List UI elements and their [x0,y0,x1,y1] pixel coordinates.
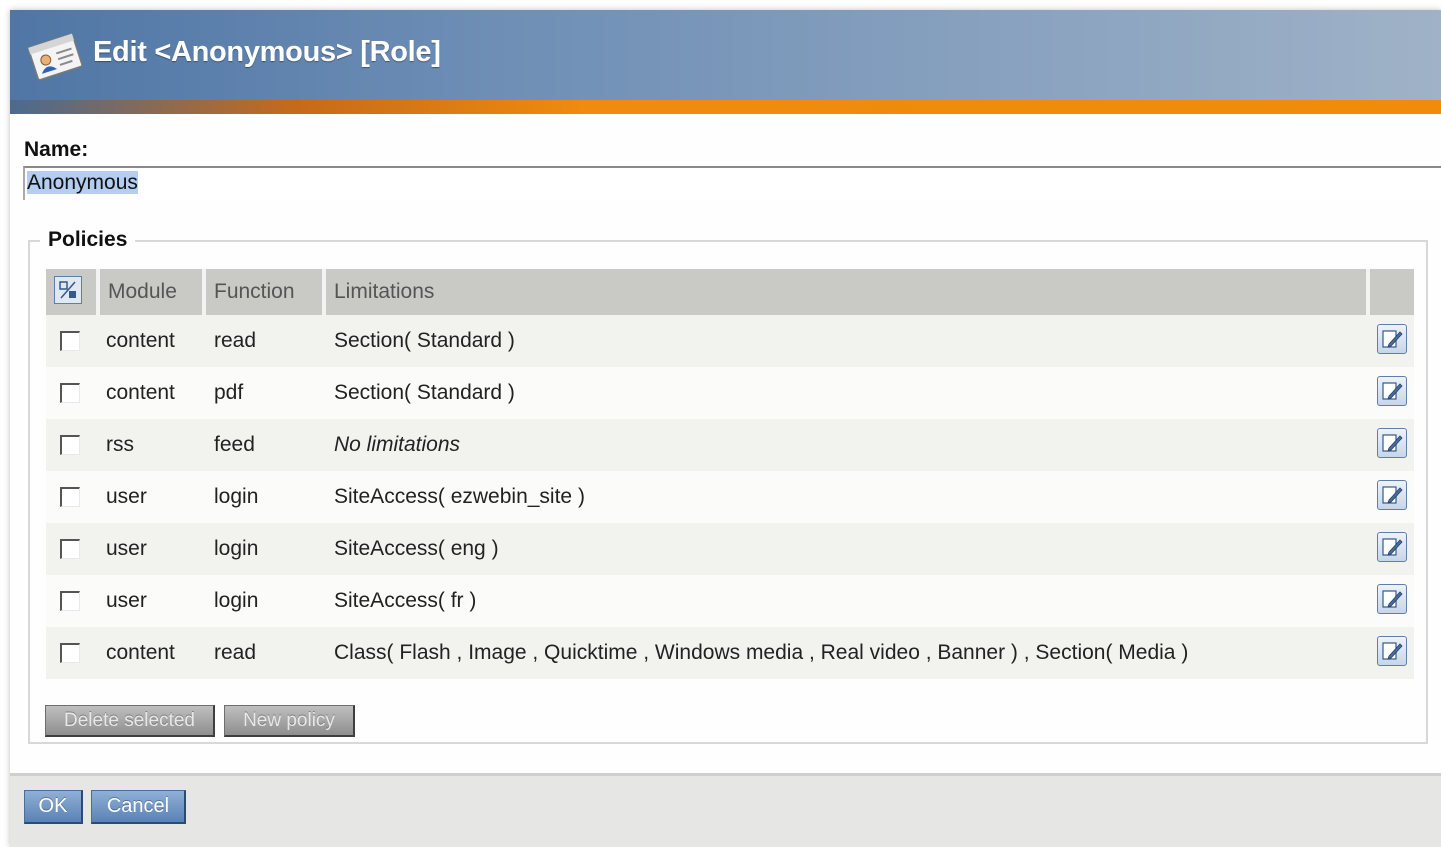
table-row: content read Class( Flash , Image , Quickt… [46,627,1414,679]
cell-function: login [206,471,326,523]
cell-module: user [100,523,206,575]
title-accent-stripe [10,100,1441,114]
edit-icon[interactable] [1377,479,1407,510]
row-select-cell [46,315,100,367]
table-row: content pdf Section( Standard ) [46,367,1414,419]
delete-selected-button[interactable]: Delete selected [45,705,215,737]
row-select-checkbox[interactable] [60,435,80,455]
footer-bar [10,773,1441,847]
name-input-value: Anonymous [27,171,138,194]
cell-limitations: Class( Flash , Image , Quicktime , Windo… [326,627,1370,679]
row-select-checkbox[interactable] [60,591,80,611]
cancel-button[interactable]: Cancel [91,790,186,824]
cell-function: pdf [206,367,326,419]
row-select-cell [46,419,100,471]
cell-function: read [206,627,326,679]
policies-table: Module Function Limitations content read S… [46,269,1414,679]
table-row: content read Section( Standard ) [46,315,1414,367]
row-select-cell [46,523,100,575]
title-bar: Edit <Anonymous> [Role] [10,10,1441,114]
cell-module: content [100,315,206,367]
row-select-cell [46,627,100,679]
row-select-cell [46,471,100,523]
cell-limitations: Section( Standard ) [326,367,1370,419]
cell-function: login [206,575,326,627]
column-header-edit [1370,269,1414,315]
policies-legend: Policies [40,228,136,252]
row-edit-cell [1370,367,1414,419]
row-edit-cell [1370,523,1414,575]
table-row: user login SiteAccess( fr ) [46,575,1414,627]
cell-limitations: No limitations [326,419,1370,471]
row-edit-cell [1370,575,1414,627]
cell-module: rss [100,419,206,471]
edit-icon[interactable] [1377,531,1407,562]
table-row: user login SiteAccess( eng ) [46,523,1414,575]
toggle-column-header [46,269,100,315]
table-row: rss feed No limitations [46,419,1414,471]
cell-function: login [206,523,326,575]
row-edit-cell [1370,315,1414,367]
column-header-module: Module [100,269,206,315]
cell-limitations: SiteAccess( eng ) [326,523,1370,575]
name-input[interactable]: Anonymous [23,166,1441,200]
row-select-cell [46,367,100,419]
edit-icon[interactable] [1377,427,1407,458]
column-header-function: Function [206,269,326,315]
edit-icon[interactable] [1377,583,1407,614]
row-select-checkbox[interactable] [60,383,80,403]
table-row: user login SiteAccess( ezwebin_site ) [46,471,1414,523]
cell-limitations: Section( Standard ) [326,315,1370,367]
row-select-checkbox[interactable] [60,539,80,559]
row-select-checkbox[interactable] [60,643,80,663]
policies-table-body: content read Section( Standard ) content pdf… [46,315,1414,679]
new-policy-button[interactable]: New policy [224,705,355,737]
cell-module: content [100,367,206,419]
edit-icon[interactable] [1377,323,1407,354]
table-header-row: Module Function Limitations [46,269,1414,315]
row-select-cell [46,575,100,627]
cell-module: content [100,627,206,679]
cell-function: feed [206,419,326,471]
edit-icon[interactable] [1377,375,1407,406]
name-label: Name: [24,138,89,161]
toggle-selection-icon[interactable] [54,275,82,304]
cell-function: read [206,315,326,367]
cell-limitations: SiteAccess( fr ) [326,575,1370,627]
cell-limitations: SiteAccess( ezwebin_site ) [326,471,1370,523]
row-edit-cell [1370,471,1414,523]
cell-module: user [100,471,206,523]
row-edit-cell [1370,419,1414,471]
edit-icon[interactable] [1377,635,1407,666]
role-edit-icon [27,33,83,81]
ok-button[interactable]: OK [24,790,83,824]
cell-module: user [100,575,206,627]
row-select-checkbox[interactable] [60,331,80,351]
role-edit-window: Edit <Anonymous> [Role] Name: Anonymous … [10,10,1441,847]
row-select-checkbox[interactable] [60,487,80,507]
row-edit-cell [1370,627,1414,679]
column-header-limitations: Limitations [326,269,1370,315]
page-title: Edit <Anonymous> [Role] [93,36,441,68]
